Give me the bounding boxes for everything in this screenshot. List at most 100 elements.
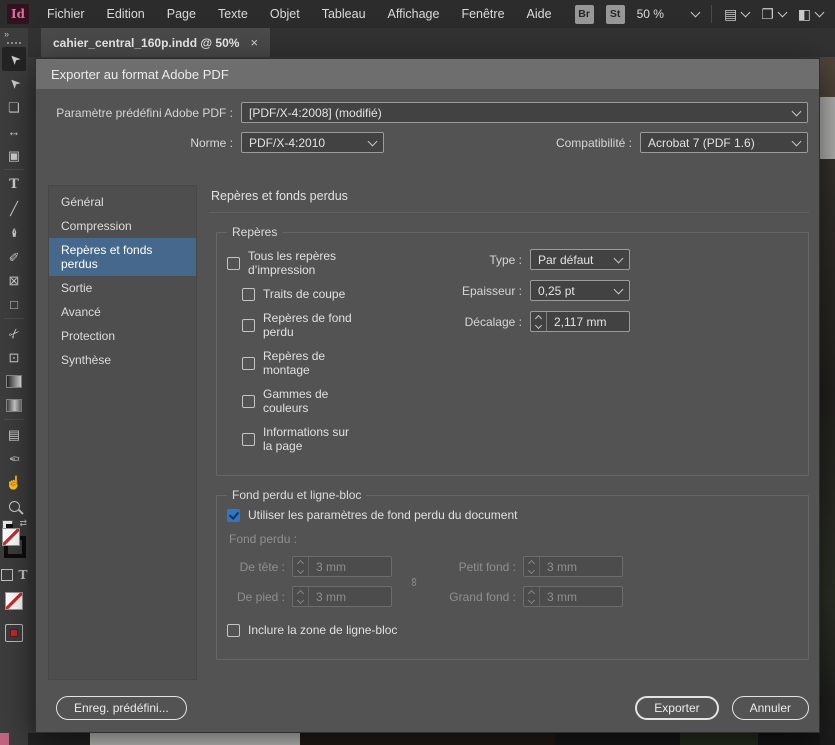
stock-button[interactable]: St — [606, 5, 625, 24]
chevron-down-icon[interactable] — [741, 8, 751, 18]
sidebar-item[interactable]: Avancé — [49, 300, 196, 324]
panel-expand-icon[interactable]: » — [0, 28, 8, 39]
frame-tool[interactable]: ⊠ — [2, 268, 26, 292]
cancel-button[interactable]: Annuler — [732, 696, 809, 720]
stepper-arrows-icon[interactable] — [531, 312, 547, 331]
pen-tool[interactable]: ✒ — [2, 220, 26, 244]
checkbox-page-information[interactable]: Informations sur la page — [242, 425, 358, 453]
menu-page[interactable]: Page — [156, 0, 207, 28]
checkbox-color-bars[interactable]: Gammes de couleurs — [242, 387, 358, 415]
gap-tool[interactable]: ↔ — [2, 119, 26, 143]
checkbox-unchecked-icon[interactable] — [227, 624, 240, 637]
menu-tableau[interactable]: Tableau — [311, 0, 377, 28]
checkbox-registration-marks[interactable]: Repères de montage — [242, 349, 358, 377]
save-preset-button[interactable]: Enreg. prédéfini... — [56, 696, 187, 720]
menu-affichage[interactable]: Affichage — [377, 0, 451, 28]
eyedropper-tool[interactable]: ✑ — [2, 446, 26, 470]
sidebar-item[interactable]: Sortie — [49, 276, 196, 300]
document-tab-bar: cahier_central_160p.indd @ 50% × — [28, 28, 835, 57]
link-icon[interactable]: ∞ — [410, 575, 419, 589]
screen-mode-dropdown[interactable]: ❐ — [761, 7, 786, 21]
bridge-button[interactable]: Br — [575, 5, 594, 24]
bleed-inside-stepper-value: 3 mm — [540, 557, 616, 576]
apply-none-button[interactable] — [5, 592, 23, 610]
checkbox-unchecked-icon[interactable] — [242, 288, 255, 301]
divider — [4, 318, 24, 319]
zoom-tool[interactable] — [2, 494, 26, 518]
marks-group: Repères Tous les repères d’impression Tr… — [216, 225, 809, 476]
line-tool[interactable]: ╱ — [2, 196, 26, 220]
formatting-affects-text-icon[interactable]: T — [19, 568, 28, 582]
standard-select[interactable]: PDF/X-4:2010 — [241, 132, 384, 153]
checkbox-all-printer-marks[interactable]: Tous les repères d’impression — [227, 249, 358, 277]
bleed-top-stepper: 3 mm — [292, 556, 392, 577]
checkbox-bleed-marks[interactable]: Repères de fond perdu — [242, 311, 358, 339]
menu-edition[interactable]: Edition — [96, 0, 156, 28]
document-color-sliver — [0, 733, 9, 745]
screen-mode-button[interactable] — [5, 624, 23, 642]
sidebar-item[interactable]: Synthèse — [49, 348, 196, 372]
chevron-down-icon[interactable] — [777, 8, 787, 18]
checkbox-unchecked-icon[interactable] — [227, 257, 240, 270]
menu-fichier[interactable]: Fichier — [36, 0, 96, 28]
view-options-icon[interactable]: ▤ — [724, 7, 737, 21]
offset-stepper[interactable]: 2,117 mm — [530, 311, 630, 332]
close-icon[interactable]: × — [250, 35, 258, 50]
compatibility-value: Acrobat 7 (PDF 1.6) — [648, 136, 755, 150]
panel-grip-icon[interactable] — [7, 42, 21, 44]
arrange-documents-icon[interactable]: ◧ — [798, 7, 811, 21]
scissors-tool[interactable]: ✂ — [2, 321, 26, 345]
checkbox-checked-icon[interactable] — [227, 509, 240, 522]
menu-fenetre[interactable]: Fenêtre — [450, 0, 515, 28]
selection-tool[interactable]: ➤ — [2, 47, 26, 71]
checkbox-crop-marks[interactable]: Traits de coupe — [242, 287, 358, 301]
checkbox-use-document-bleed[interactable]: Utiliser les paramètres de fond perdu du… — [227, 508, 798, 522]
formatting-affects-container-icon[interactable] — [1, 569, 13, 581]
gradient-feather-tool[interactable] — [2, 393, 26, 417]
screen-mode-icon[interactable]: ❐ — [761, 7, 774, 21]
view-options-dropdown[interactable]: ▤ — [724, 7, 749, 21]
chevron-down-icon[interactable] — [691, 8, 701, 18]
offset-value[interactable]: 2,117 mm — [547, 312, 623, 331]
sidebar-item[interactable]: Repères et fonds perdus — [49, 238, 196, 276]
hand-tool[interactable]: ☝ — [2, 470, 26, 494]
type-tool[interactable]: T — [2, 172, 26, 196]
checkbox-include-slug[interactable]: Inclure la zone de ligne-bloc — [227, 623, 798, 637]
document-tab-title: cahier_central_160p.indd @ 50% — [53, 36, 239, 50]
weight-select[interactable]: 0,25 pt — [530, 280, 630, 301]
document-page-edge — [90, 733, 300, 745]
dialog-title-bar[interactable]: Exporter au format Adobe PDF — [36, 59, 819, 89]
document-photo-edge — [820, 159, 835, 745]
content-collector-tool[interactable]: ▣ — [2, 143, 26, 167]
pencil-tool[interactable]: ✎ — [2, 244, 26, 268]
chevron-down-icon[interactable] — [815, 8, 825, 18]
export-button[interactable]: Exporter — [635, 696, 718, 720]
arrange-documents-dropdown[interactable]: ◧ — [798, 7, 823, 21]
menu-objet[interactable]: Objet — [259, 0, 311, 28]
type-select[interactable]: Par défaut — [530, 249, 630, 270]
swap-fill-stroke-icon[interactable]: ⇄ — [19, 518, 27, 529]
checkbox-unchecked-icon[interactable] — [242, 357, 255, 370]
preset-select[interactable]: [PDF/X-4:2008] (modifié) — [241, 102, 808, 123]
note-tool[interactable]: ▤ — [2, 422, 26, 446]
checkbox-unchecked-icon[interactable] — [242, 319, 255, 332]
gradient-swatch-tool[interactable] — [2, 369, 26, 393]
fill-swatch[interactable] — [2, 528, 20, 546]
document-tab[interactable]: cahier_central_160p.indd @ 50% × — [41, 28, 270, 57]
menu-texte[interactable]: Texte — [207, 0, 259, 28]
sidebar-item[interactable]: Général — [49, 190, 196, 214]
zoom-level-dropdown[interactable]: 50 % — [637, 7, 699, 21]
stepper-arrows-icon — [293, 557, 309, 576]
sidebar-item[interactable]: Compression — [49, 214, 196, 238]
checkbox-unchecked-icon[interactable] — [242, 433, 255, 446]
checkbox-unchecked-icon[interactable] — [242, 395, 255, 408]
sidebar-item[interactable]: Protection — [49, 324, 196, 348]
page-tool[interactable]: ❏ — [2, 95, 26, 119]
checkbox-label: Tous les repères d’impression — [248, 249, 358, 277]
menu-aide[interactable]: Aide — [516, 0, 563, 28]
bleed-outside-stepper-value: 3 mm — [540, 587, 616, 606]
free-transform-tool[interactable]: ⊡ — [2, 345, 26, 369]
compatibility-select[interactable]: Acrobat 7 (PDF 1.6) — [640, 132, 808, 153]
direct-selection-tool[interactable]: ➤ — [2, 71, 26, 95]
rectangle-tool[interactable]: □ — [2, 292, 26, 316]
